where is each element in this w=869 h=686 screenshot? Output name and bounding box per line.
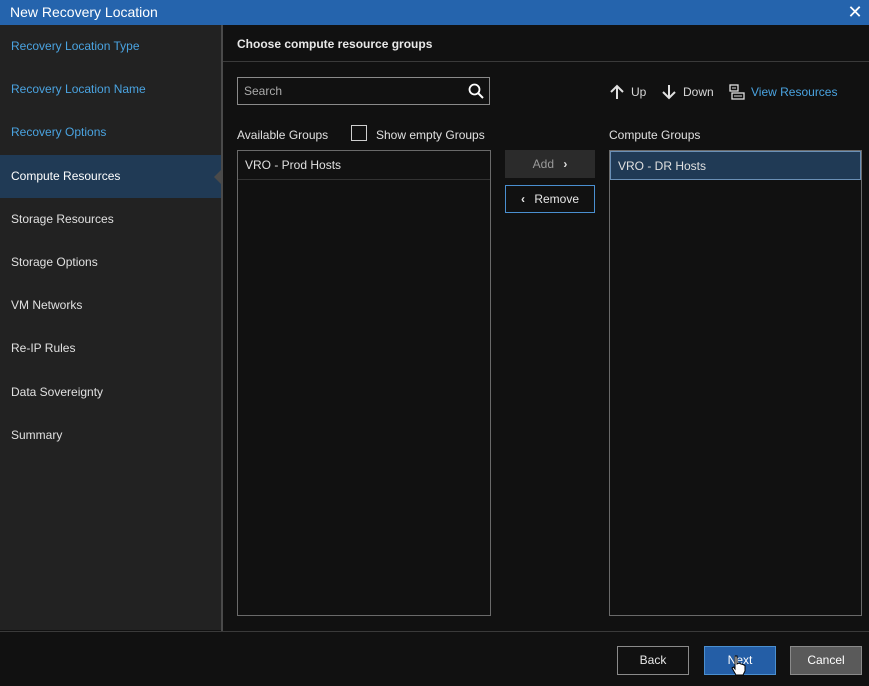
view-resources-label: View Resources xyxy=(751,85,838,99)
chevron-left-icon: ‹ xyxy=(520,192,525,206)
compute-groups-list[interactable]: VRO - DR Hosts xyxy=(609,150,862,616)
move-up-label: Up xyxy=(631,85,647,99)
chevron-right-icon: › xyxy=(563,157,568,171)
sidebar-divider xyxy=(221,25,223,631)
available-groups-list[interactable]: VRO - Prod Hosts xyxy=(237,150,491,616)
sidebar-item-compute-resources[interactable]: Compute Resources xyxy=(0,155,221,198)
view-resources-link[interactable]: View Resources xyxy=(729,82,839,102)
compute-groups-label: Compute Groups xyxy=(609,128,701,142)
remove-button[interactable]: ‹ Remove xyxy=(505,185,595,213)
list-item[interactable]: VRO - Prod Hosts xyxy=(238,151,490,180)
arrow-up-icon xyxy=(610,84,624,99)
sidebar-item-vm-networks[interactable]: VM Networks xyxy=(0,284,221,327)
sidebar-item-recovery-options[interactable]: Recovery Options xyxy=(0,111,221,154)
search-icon[interactable] xyxy=(467,82,485,100)
show-empty-groups-checkbox[interactable] xyxy=(351,125,367,141)
sidebar-item-data-sovereignty[interactable]: Data Sovereignty xyxy=(0,371,221,414)
search-input[interactable] xyxy=(244,82,454,100)
available-groups-label: Available Groups xyxy=(237,128,329,142)
cancel-button[interactable]: Cancel xyxy=(790,646,862,675)
hand-cursor-icon xyxy=(731,655,746,676)
wizard-sidebar: Recovery Location Type Recovery Location… xyxy=(0,25,221,630)
sidebar-item-summary[interactable]: Summary xyxy=(0,414,221,457)
search-box[interactable] xyxy=(237,77,490,105)
move-down-label: Down xyxy=(683,85,714,99)
sidebar-item-storage-resources[interactable]: Storage Resources xyxy=(0,198,221,241)
sidebar-item-storage-options[interactable]: Storage Options xyxy=(0,241,221,284)
list-item[interactable]: VRO - DR Hosts xyxy=(610,151,861,180)
add-label: Add xyxy=(532,157,554,171)
sidebar-item-recovery-location-name[interactable]: Recovery Location Name xyxy=(0,68,221,111)
move-down-button[interactable]: Down xyxy=(661,82,717,102)
move-up-button[interactable]: Up xyxy=(609,82,649,102)
close-icon[interactable]: ✕ xyxy=(846,1,864,23)
remove-label: Remove xyxy=(534,192,580,206)
back-button[interactable]: Back xyxy=(617,646,689,675)
show-empty-groups-label[interactable]: Show empty Groups xyxy=(376,128,485,142)
sidebar-item-recovery-location-type[interactable]: Recovery Location Type xyxy=(0,25,221,68)
title-bar: New Recovery Location ✕ xyxy=(0,0,869,25)
main-header: Choose compute resource groups xyxy=(223,25,869,62)
add-button[interactable]: Add › xyxy=(505,150,595,178)
page-title: Choose compute resource groups xyxy=(237,37,433,51)
window-title: New Recovery Location xyxy=(10,4,158,20)
view-resources-icon xyxy=(729,84,745,100)
sidebar-item-re-ip-rules[interactable]: Re-IP Rules xyxy=(0,327,221,370)
arrow-down-icon xyxy=(662,85,676,100)
